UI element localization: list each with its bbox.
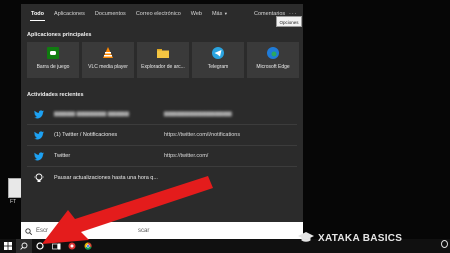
twitter-icon xyxy=(32,130,46,140)
search-icon xyxy=(20,242,28,250)
taskbar-chrome-button[interactable] xyxy=(80,239,96,253)
start-button[interactable] xyxy=(0,239,16,253)
cortana-button[interactable] xyxy=(32,239,48,253)
windows-logo-icon xyxy=(4,242,12,250)
twitter-icon xyxy=(32,109,46,119)
twitter-icon xyxy=(32,151,46,161)
notification-tray-icon[interactable] xyxy=(441,240,448,248)
recent-item-title-blurred: ▆▆▆▆▆ ▆▆▆▆▆▆▆ ▆▆▆▆▆ xyxy=(54,111,129,117)
app-label: Barra de juego xyxy=(36,64,70,70)
chevron-down-icon: ▼ xyxy=(223,11,228,16)
chrome-icon xyxy=(84,242,92,250)
app-tile-explorer[interactable]: Explorador de arc... xyxy=(137,42,189,78)
telegram-icon xyxy=(212,47,224,59)
app-label: Microsoft Edge xyxy=(256,64,290,70)
task-view-button[interactable] xyxy=(48,239,64,253)
cortana-circle-icon xyxy=(36,242,44,250)
recent-item-title: Pausar actualizaciones hasta una hora q.… xyxy=(54,174,158,181)
top-apps-grid: Barra de juego VLC media player Explorad… xyxy=(27,42,299,78)
watermark-text: XATAKA BASICS xyxy=(318,233,403,244)
tab-correo[interactable]: Correo electrónico xyxy=(131,4,186,24)
search-placeholder-left: Escr xyxy=(36,228,48,234)
taskbar-app-button[interactable] xyxy=(64,239,80,253)
tab-mas-label: Más xyxy=(211,11,223,17)
vlc-cone-icon xyxy=(102,47,114,59)
recent-item-url: https://twitter.com/i/notifications xyxy=(164,132,241,138)
app-tile-edge[interactable]: Microsoft Edge xyxy=(247,42,299,78)
tab-todo[interactable]: Todo xyxy=(26,4,49,24)
recent-item-url: https://twitter.com/ xyxy=(164,153,209,159)
graduation-cap-icon xyxy=(298,230,314,248)
search-input[interactable]: Escr scar xyxy=(21,222,303,240)
recent-item[interactable]: ▆▆▆▆▆ ▆▆▆▆▆▆▆ ▆▆▆▆▆ ▆▆▆▆▆▆▆▆▆▆▆▆▆▆▆▆ xyxy=(27,104,297,125)
options-tooltip: Opciones xyxy=(276,16,302,27)
recent-item-title: Twitter xyxy=(54,153,71,159)
search-panel: Todo Aplicaciones Documentos Correo elec… xyxy=(21,4,303,241)
xbox-game-bar-icon xyxy=(47,47,59,59)
app-red-icon xyxy=(68,242,76,250)
taskbar-search-button[interactable] xyxy=(16,239,32,253)
recent-item[interactable]: Twitter https://twitter.com/ xyxy=(27,146,297,167)
search-icon xyxy=(25,222,33,240)
recent-activities-list: ▆▆▆▆▆ ▆▆▆▆▆▆▆ ▆▆▆▆▆ ▆▆▆▆▆▆▆▆▆▆▆▆▆▆▆▆ (1)… xyxy=(27,104,297,188)
lightbulb-icon xyxy=(32,173,46,183)
tab-aplicaciones[interactable]: Aplicaciones xyxy=(49,4,90,24)
task-view-icon xyxy=(51,243,60,249)
tab-documentos[interactable]: Documentos xyxy=(90,4,131,24)
app-label: Telegram xyxy=(207,64,229,70)
app-label: VLC media player xyxy=(88,64,128,70)
search-placeholder-right: scar xyxy=(138,228,150,234)
app-tile-telegram[interactable]: Telegram xyxy=(192,42,244,78)
folder-icon xyxy=(157,47,169,59)
recent-item-url-blurred: ▆▆▆▆▆▆▆▆▆▆▆▆▆▆▆▆ xyxy=(164,111,232,117)
edge-icon xyxy=(267,47,279,59)
recent-item[interactable]: Pausar actualizaciones hasta una hora q.… xyxy=(27,167,297,188)
tab-web[interactable]: Web xyxy=(186,4,207,24)
app-tile-vlc[interactable]: VLC media player xyxy=(82,42,134,78)
recent-item-title: (1) Twitter / Notificaciones xyxy=(54,132,118,138)
desktop-file-label: FT xyxy=(10,199,17,205)
app-tile-game-bar[interactable]: Barra de juego xyxy=(27,42,79,78)
recent-title: Actividades recientes xyxy=(27,92,84,98)
top-apps-title: Aplicaciones principales xyxy=(27,32,92,38)
app-label: Explorador de arc... xyxy=(141,64,185,70)
tab-mas[interactable]: Más ▼ xyxy=(207,4,233,24)
recent-item[interactable]: (1) Twitter / Notificaciones https://twi… xyxy=(27,125,297,146)
